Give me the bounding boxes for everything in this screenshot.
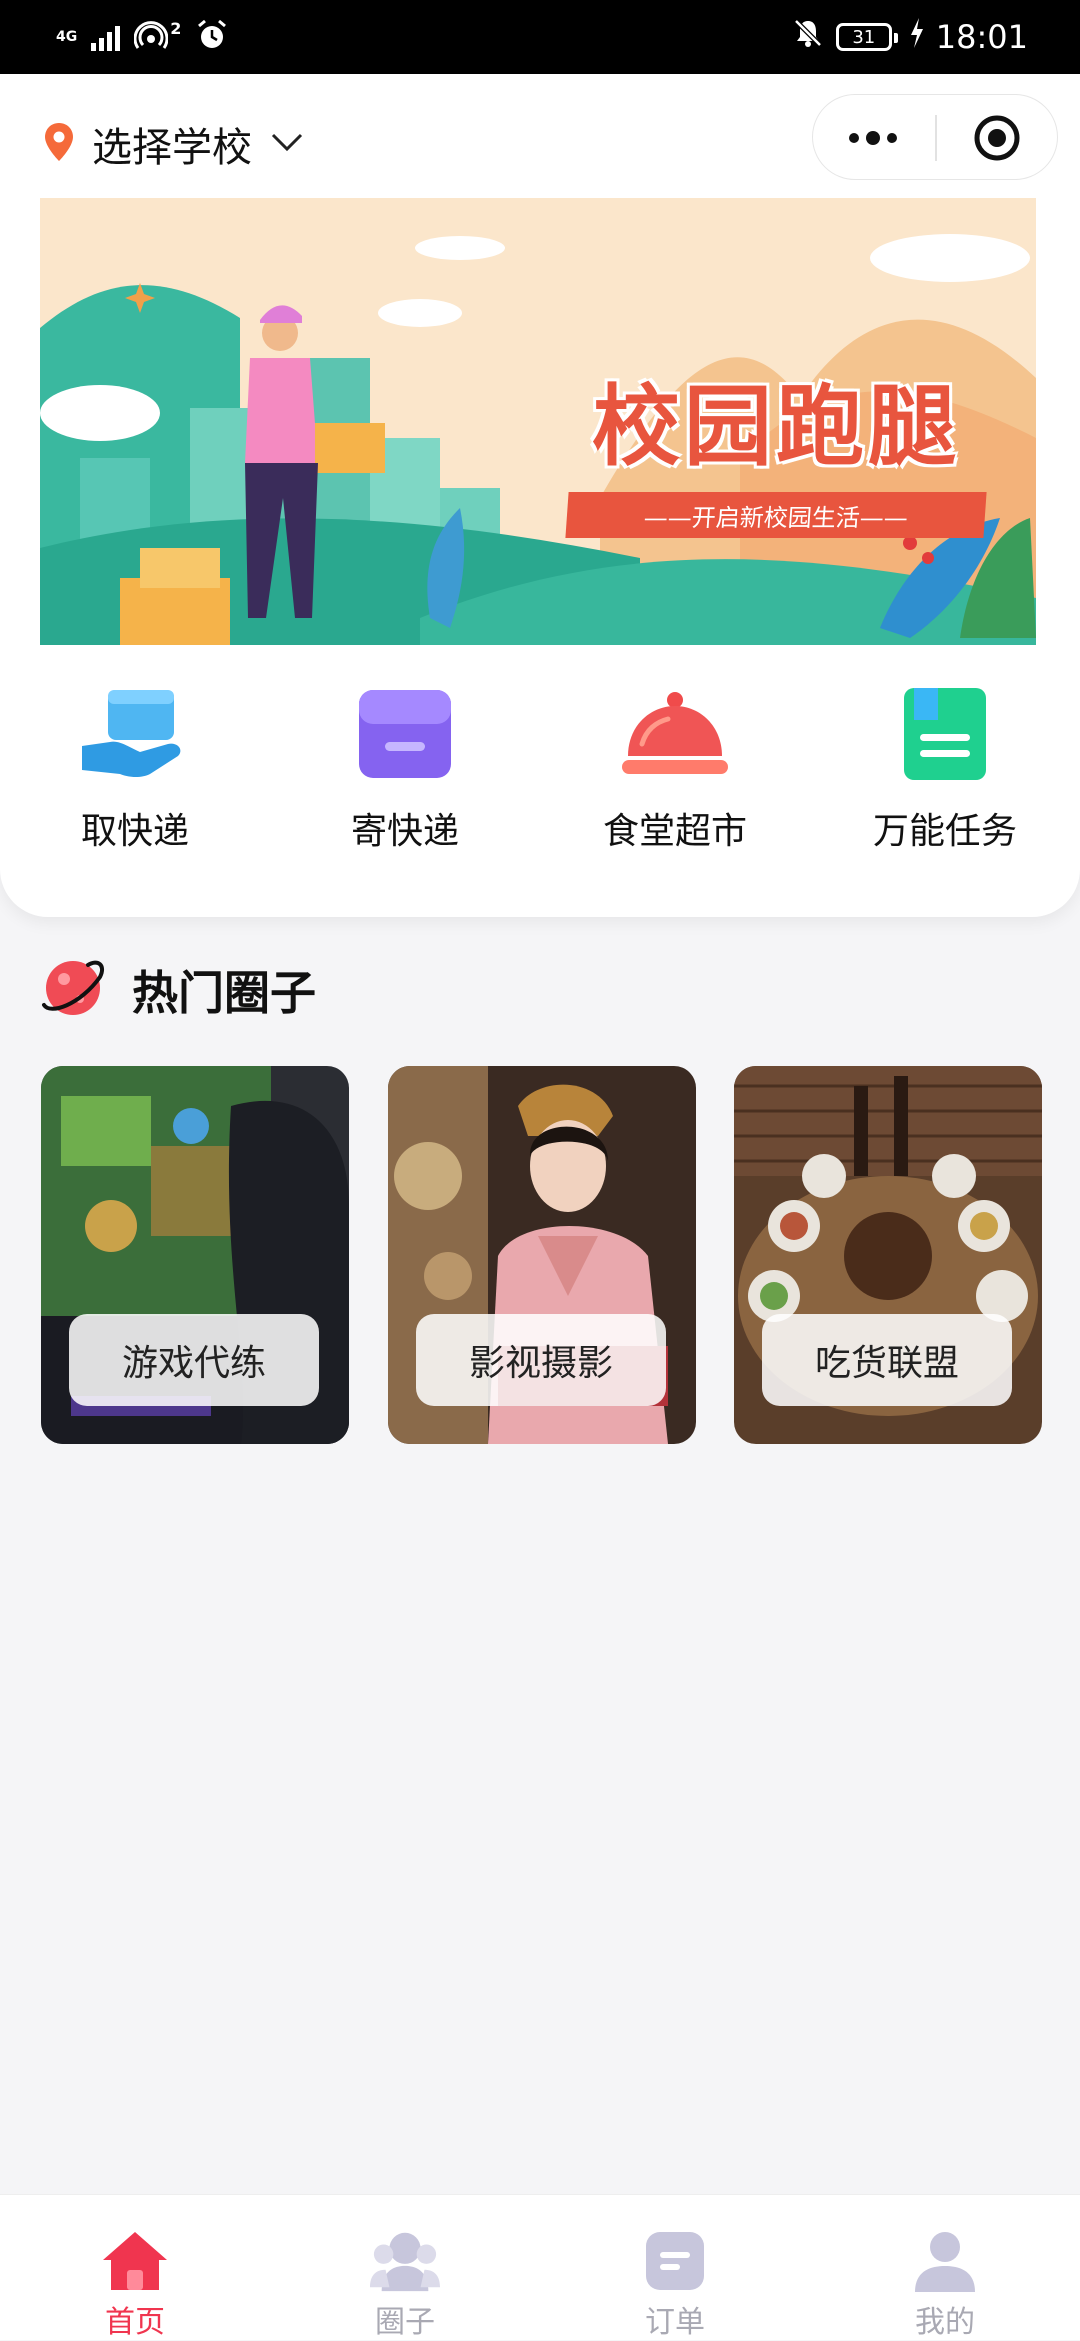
tab-circles[interactable]: 圈子: [270, 2195, 540, 2341]
parcel-hand-icon: [80, 684, 190, 784]
promo-banner[interactable]: 校园跑腿 ——开启新校园生活——: [40, 198, 1036, 645]
service-grid: 取快递 寄快递 食堂超市 万能任务: [0, 684, 1080, 864]
school-selector[interactable]: 选择学校: [44, 114, 304, 174]
location-pin-icon: [44, 123, 74, 165]
charging-icon: [910, 18, 924, 56]
school-selector-label: 选择学校: [92, 125, 252, 171]
alarm-icon: [195, 18, 229, 56]
tab-label: 订单: [645, 2305, 705, 2340]
service-all-purpose-task[interactable]: 万能任务: [810, 684, 1080, 864]
tab-label: 我的: [915, 2305, 975, 2340]
miniprogram-capsule: [812, 94, 1058, 180]
status-bar: 4G 2 31 18:01: [0, 0, 1080, 74]
service-pickup-parcel[interactable]: 取快递: [0, 684, 270, 864]
service-canteen-market[interactable]: 食堂超市: [540, 684, 810, 864]
hotspot-count: 2: [170, 19, 182, 38]
network-type: 4G: [56, 29, 78, 45]
more-dots-icon: [849, 131, 897, 145]
circle-label: 影视摄影: [416, 1314, 666, 1406]
hotspot-icon: [133, 20, 169, 54]
hot-circles-header: 热门圈子: [40, 955, 316, 1025]
top-card: 选择学校 校园跑腿 ——开启新校园生活—— 取快递 寄快递 食堂超市 万能任务: [0, 74, 1080, 917]
more-button[interactable]: [813, 95, 933, 181]
service-label: 食堂超市: [602, 811, 747, 852]
bottom-tab-bar: 首页 圈子 订单 我的: [0, 2194, 1080, 2340]
circle-label: 吃货联盟: [762, 1314, 1012, 1406]
banner-subtitle: ——开启新校园生活——: [565, 492, 987, 538]
tab-orders[interactable]: 订单: [540, 2195, 810, 2341]
service-label: 寄快递: [350, 811, 459, 852]
mute-bell-icon: [792, 17, 824, 57]
circle-label: 游戏代练: [69, 1314, 319, 1406]
service-label: 取快递: [80, 811, 189, 852]
banner-title: 校园跑腿: [592, 374, 961, 478]
close-miniprogram-button[interactable]: [937, 95, 1057, 181]
people-icon: [370, 2229, 440, 2293]
order-icon: [640, 2229, 710, 2293]
battery-level: 31: [852, 26, 876, 48]
home-icon: [100, 2229, 170, 2293]
tab-profile[interactable]: 我的: [810, 2195, 1080, 2341]
chevron-down-icon: [270, 132, 304, 156]
task-note-icon: [890, 684, 1000, 784]
tab-label: 首页: [105, 2305, 165, 2340]
section-title: 热门圈子: [132, 966, 316, 1020]
circle-card-film-photography[interactable]: 影视摄影: [388, 1066, 696, 1444]
service-send-parcel[interactable]: 寄快递: [270, 684, 540, 864]
box-icon: [350, 684, 460, 784]
circle-card-gaming[interactable]: 游戏代练: [41, 1066, 349, 1444]
battery-icon: 31: [835, 23, 898, 51]
circle-card-foodies[interactable]: 吃货联盟: [734, 1066, 1042, 1444]
tab-label: 圈子: [375, 2305, 435, 2340]
food-cloche-icon: [620, 684, 730, 784]
tab-home[interactable]: 首页: [0, 2195, 270, 2341]
clock: 18:01: [935, 18, 1028, 56]
signal-icon: [91, 23, 121, 51]
target-icon: [974, 115, 1020, 161]
profile-icon: [910, 2229, 980, 2293]
planet-icon: [40, 955, 106, 1025]
service-label: 万能任务: [872, 811, 1017, 852]
